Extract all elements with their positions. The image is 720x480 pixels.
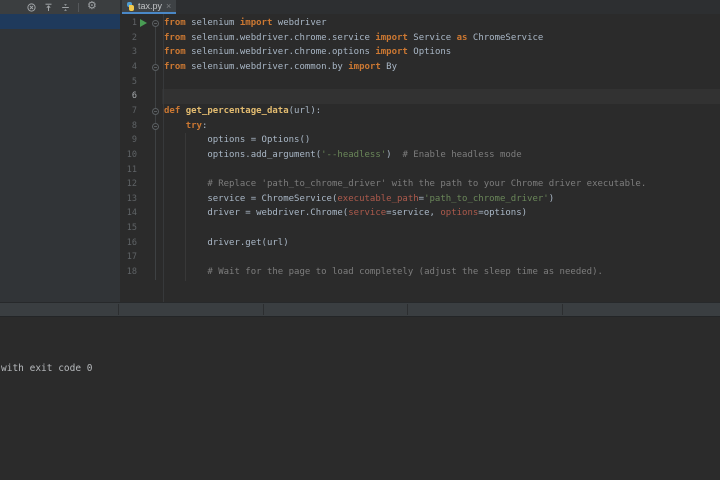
- code-line[interactable]: options.add_argument('--headless') # Ena…: [164, 148, 521, 163]
- gutter-row: 17: [120, 250, 163, 265]
- code-editor[interactable]: 1 2 3 4 5 6 7 8 9 10 11 12 13 14 15 16 17 18 from seleniu…: [120, 14, 720, 302]
- fold-marker-icon[interactable]: [152, 20, 159, 27]
- code-line[interactable]: from selenium.webdriver.chrome.service i…: [164, 31, 543, 46]
- code-line[interactable]: driver = webdriver.Chrome(service=servic…: [164, 206, 527, 221]
- gutter-row: 16: [120, 236, 163, 251]
- run-console[interactable]: with exit code 0: [0, 317, 720, 480]
- settings-gear-icon[interactable]: ⚙: [87, 0, 97, 12]
- tab-tax-py[interactable]: tax.py ×: [122, 0, 177, 14]
- line-number: 15: [126, 223, 137, 234]
- code-lines: from selenium import webdriver from selen…: [164, 14, 720, 302]
- scroll-to-top-icon[interactable]: [44, 3, 53, 12]
- tab-label: tax.py: [138, 1, 163, 11]
- line-number: 4: [131, 61, 137, 72]
- code-line[interactable]: # Wait for the page to load completely (…: [164, 265, 603, 280]
- line-number: 3: [131, 47, 137, 58]
- tool-window-header-bar[interactable]: [0, 302, 720, 317]
- line-number: 9: [131, 135, 137, 146]
- header-divider: [118, 304, 119, 315]
- gutter-row: 18: [120, 265, 163, 280]
- code-line[interactable]: from selenium.webdriver.common.by import…: [164, 60, 397, 75]
- line-number: 16: [126, 237, 137, 248]
- code-line[interactable]: driver.get(url): [164, 236, 288, 251]
- gutter-row: 2: [120, 31, 163, 46]
- gutter-row: 1: [120, 16, 163, 31]
- line-number: 1: [131, 18, 137, 28]
- gutter-row: 3: [120, 45, 163, 60]
- gutter-row: 14: [120, 206, 163, 221]
- editor-tab-strip: tax.py ×: [120, 0, 720, 14]
- line-number: 7: [131, 105, 137, 116]
- toolbar-icons: ⚙: [27, 0, 113, 14]
- code-line[interactable]: def get_percentage_data(url):: [164, 104, 321, 119]
- gutter-row: 12: [120, 177, 163, 192]
- gutter-row: 15: [120, 221, 163, 236]
- stop-icon[interactable]: [27, 2, 36, 12]
- line-number: 14: [126, 208, 137, 219]
- code-line[interactable]: service = ChromeService(executable_path=…: [164, 192, 554, 207]
- run-line-icon[interactable]: [140, 19, 147, 27]
- gutter-row: 9: [120, 133, 163, 148]
- header-divider: [263, 304, 264, 315]
- line-number: 18: [126, 267, 137, 278]
- code-line[interactable]: from selenium import webdriver: [164, 16, 327, 31]
- line-number: 8: [131, 120, 137, 131]
- toolbar-separator: [78, 2, 79, 12]
- ide-window: ⚙ tax.py × 1 2 3 4 5 6 7 8 9 10 11 12 13 14 15 16 17 18 f…: [0, 0, 720, 480]
- line-number: 11: [126, 164, 137, 175]
- python-file-icon: [126, 1, 135, 11]
- gutter-row: 11: [120, 163, 163, 178]
- gutter-row: 13: [120, 192, 163, 207]
- project-selected-item[interactable]: [0, 14, 120, 29]
- hide-icon[interactable]: [104, 3, 113, 12]
- gutter-row: 8: [120, 119, 163, 134]
- gutter-row: 5: [120, 75, 163, 90]
- header-divider: [407, 304, 408, 315]
- line-number: 5: [131, 76, 137, 87]
- fold-marker-icon[interactable]: [152, 63, 159, 71]
- project-panel: [0, 14, 120, 302]
- gutter-row: 6: [120, 89, 163, 104]
- line-number: 10: [126, 149, 137, 160]
- header-divider: [562, 304, 563, 315]
- collapse-icon[interactable]: [61, 3, 70, 12]
- close-tab-icon[interactable]: ×: [166, 2, 171, 11]
- fold-marker-icon[interactable]: [152, 107, 159, 115]
- line-number: 12: [126, 179, 137, 190]
- line-number: 13: [126, 193, 137, 204]
- code-line[interactable]: try:: [164, 119, 208, 134]
- line-number: 6: [131, 91, 137, 102]
- line-number: 2: [131, 32, 137, 43]
- gutter-row: 7: [120, 104, 163, 119]
- code-line[interactable]: options = Options(): [164, 133, 310, 148]
- code-line[interactable]: # Replace 'path_to_chrome_driver' with t…: [164, 177, 646, 192]
- console-output-text: with exit code 0: [1, 363, 93, 374]
- gutter-row: 10: [120, 148, 163, 163]
- line-number: 17: [126, 252, 137, 263]
- gutter-row: 4: [120, 60, 163, 75]
- fold-marker-icon[interactable]: [152, 122, 159, 130]
- gutter: 1 2 3 4 5 6 7 8 9 10 11 12 13 14 15 16 17 18: [120, 14, 163, 302]
- code-line[interactable]: from selenium.webdriver.chrome.options i…: [164, 45, 451, 60]
